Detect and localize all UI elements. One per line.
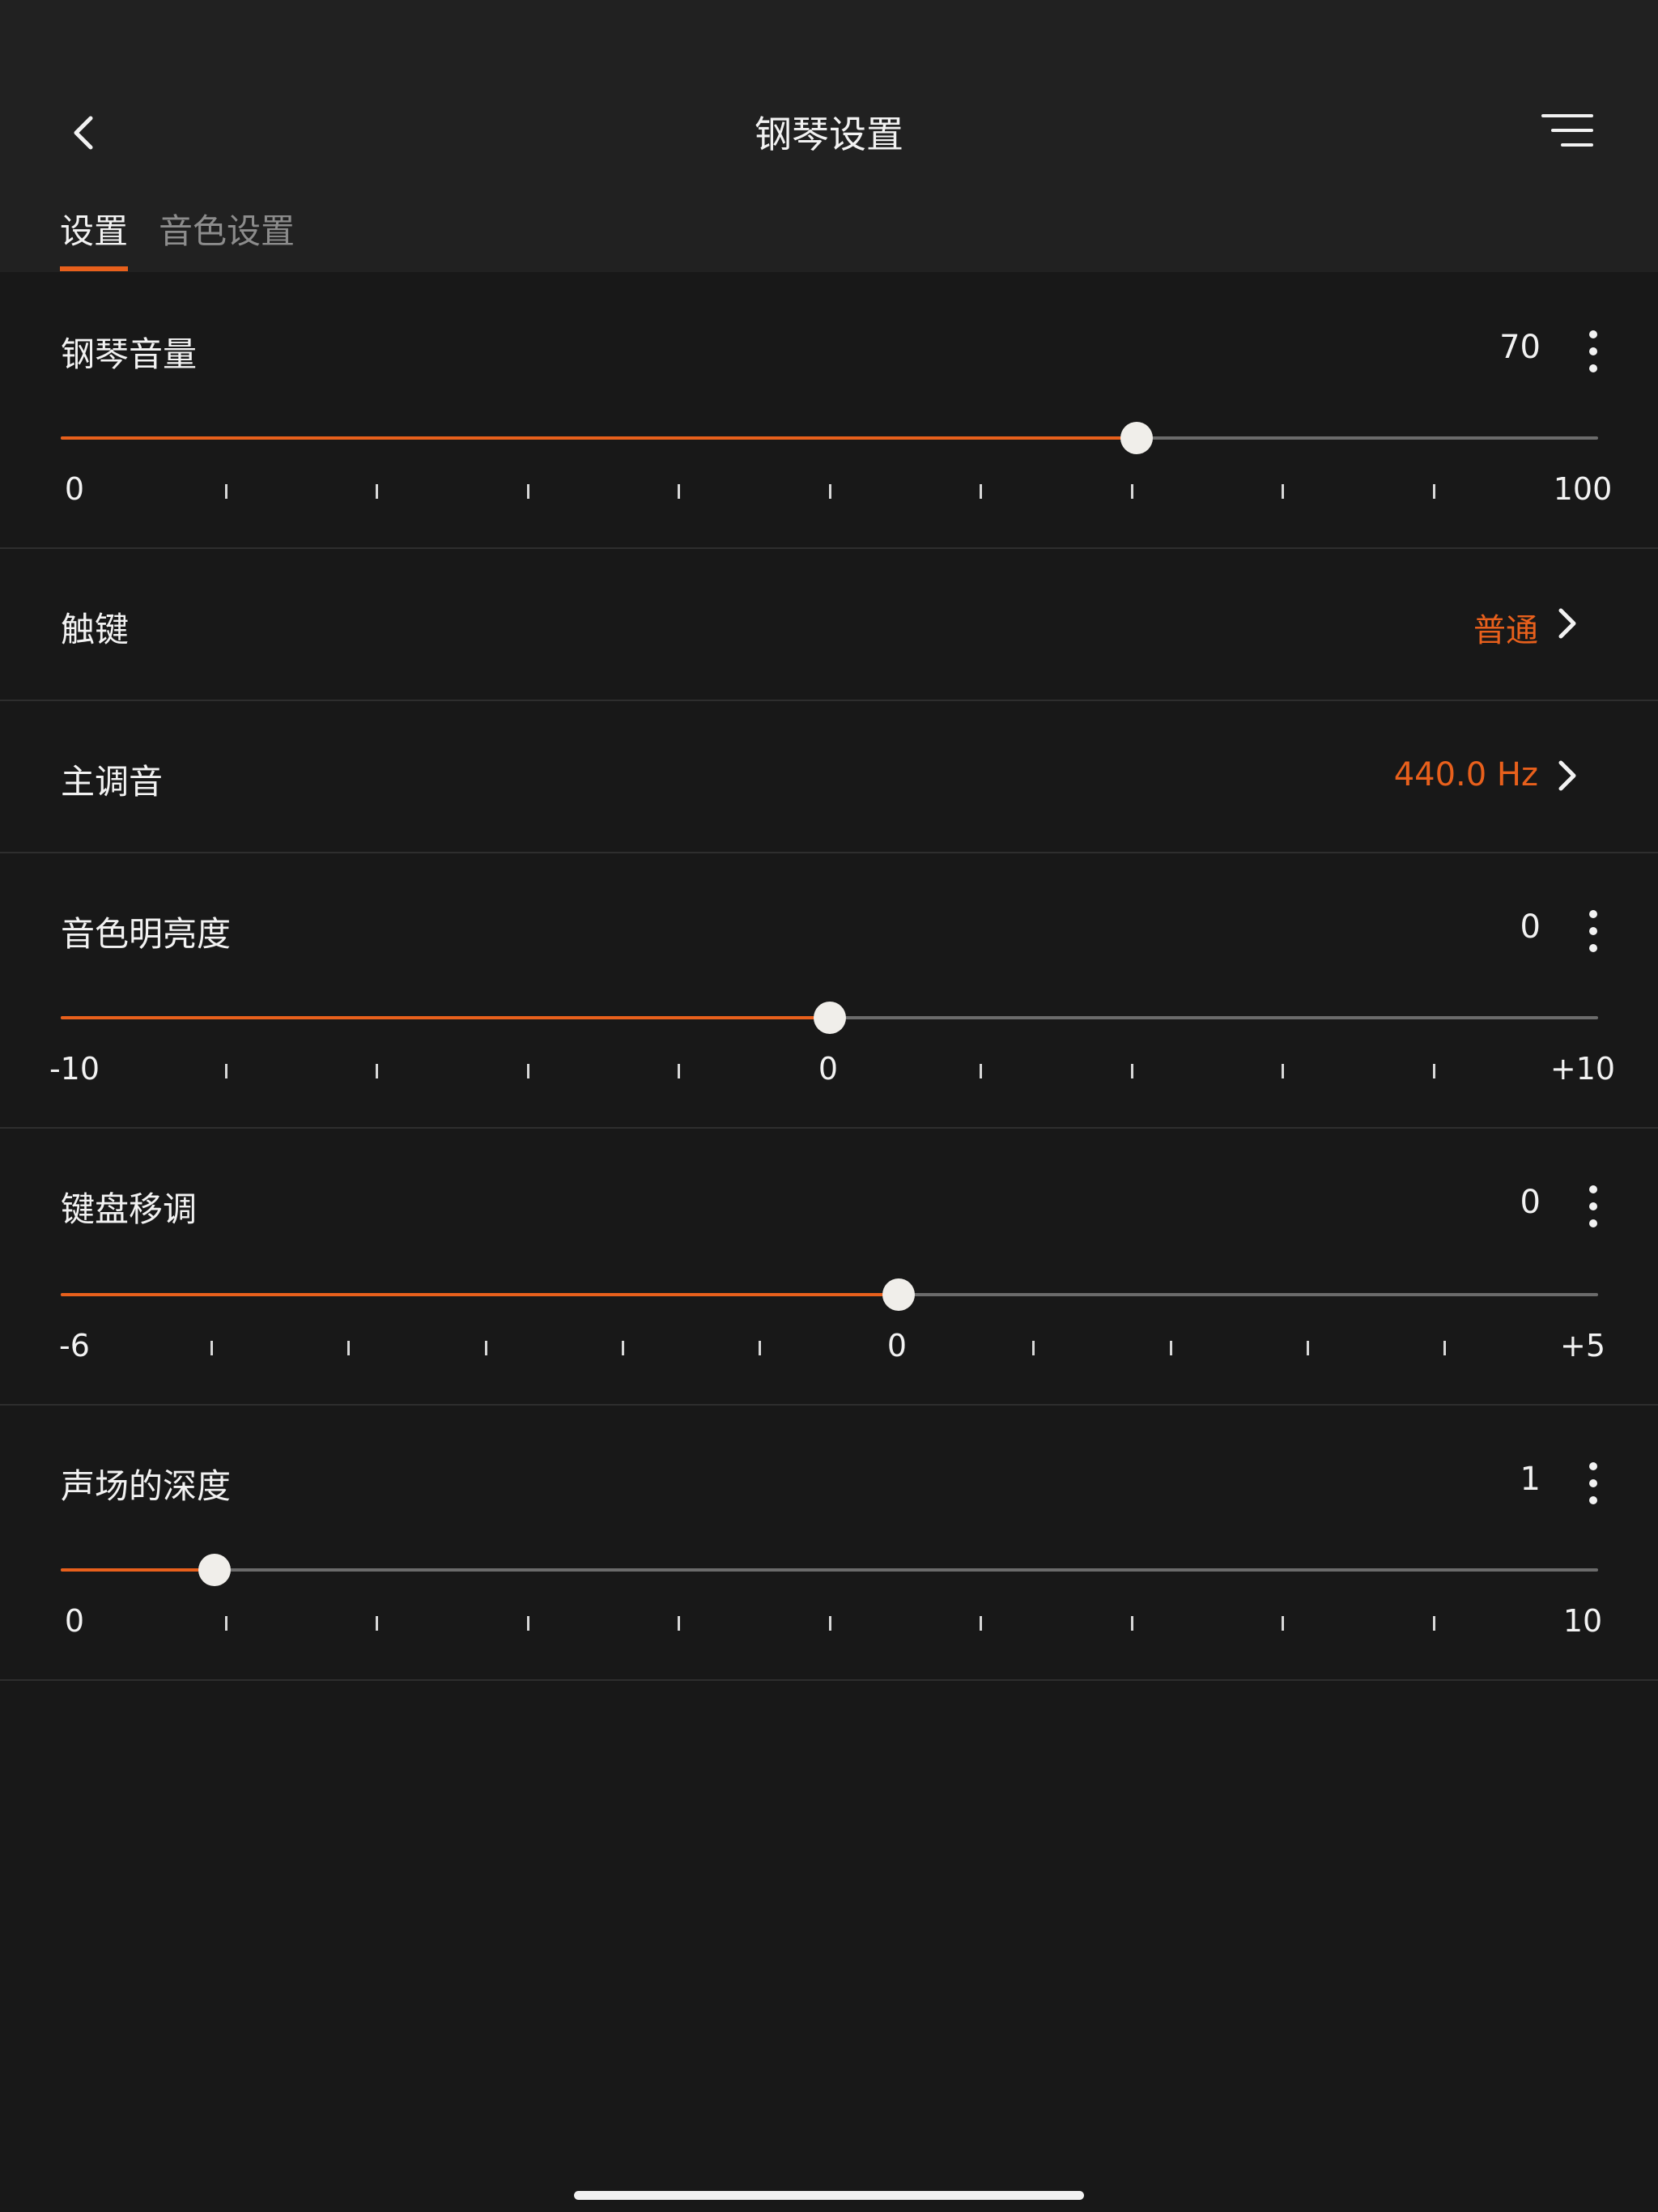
tab-tone-settings[interactable]: 音色设置 [159,204,295,253]
slider-tick-mark [1432,1064,1435,1078]
slider-tick-mark [347,1341,351,1355]
slider-tick-mark [828,1616,831,1631]
setting-row-brightness: 音色明亮度 0 -10 0 +10 [0,852,1658,1129]
slider-tick-mark [828,484,831,499]
home-indicator[interactable] [574,2191,1084,2200]
slider-tick-mark [224,1064,227,1078]
slider-tick-mark [1282,484,1284,499]
slider-tick-mark [1282,1064,1284,1078]
brightness-slider[interactable] [61,1002,1598,1034]
page-title: 钢琴设置 [755,113,903,156]
chevron-right-icon [1558,760,1576,791]
slider-tick-mark [1130,484,1133,499]
slider-max-label: 10 [1562,1603,1603,1639]
slider-thumb[interactable] [198,1554,231,1586]
slider-tick-mark [678,484,680,499]
slider-tick-mark [1432,484,1435,499]
setting-value: 0 [1520,1184,1541,1221]
slider-tick-mark [759,1341,761,1355]
setting-label: 键盘移调 [61,1189,198,1229]
slider-min-label: 0 [64,1603,85,1639]
slider-fill [61,1568,215,1572]
slider-tick-mark [224,1616,227,1631]
slider-tick-mark [1306,1341,1309,1355]
setting-row-master-tuning[interactable]: 主调音 440.0 Hz [0,700,1658,853]
slider-tick-mark [526,1616,529,1631]
setting-label: 音色明亮度 [61,914,232,954]
slider-tick-mark [376,1616,378,1631]
slider-mid-label: 0 [886,1328,908,1363]
setting-value: 普通 [1473,612,1538,649]
slider-tick-mark [376,484,378,499]
setting-value: 1 [1520,1461,1541,1498]
slider-max-label: +10 [1550,1051,1616,1087]
slider-mid-label: 0 [818,1051,839,1087]
slider-tick-mark [980,1616,982,1631]
slider-tick-mark [621,1341,624,1355]
slider-min-label: -6 [59,1328,90,1363]
setting-row-transpose: 键盘移调 0 -6 0 +5 [0,1127,1658,1406]
tab-settings[interactable]: 设置 [60,204,128,253]
setting-row-touch[interactable]: 触键 普通 [0,547,1658,701]
slider-tick-mark [210,1341,214,1355]
slider-min-label: -10 [49,1051,100,1087]
more-options-button[interactable] [1579,1462,1608,1508]
setting-value: 0 [1520,908,1541,946]
slider-tick-mark [526,1064,529,1078]
slider-tick-mark [484,1341,487,1355]
slider-tick-mark [376,1064,378,1078]
slider-max-label: +5 [1559,1328,1606,1363]
slider-tick-mark [526,484,529,499]
setting-row-sound-depth: 声场的深度 1 0 10 [0,1404,1658,1681]
slider-tick-mark [1443,1341,1446,1355]
header: 钢琴设置 设置 音色设置 [0,0,1658,272]
slider-tick-mark [1032,1341,1035,1355]
slider-tick-mark [980,484,982,499]
slider-fill [61,436,1137,440]
slider-tick-mark [678,1064,680,1078]
slider-fill [61,1016,830,1019]
slider-min-label: 0 [64,471,85,507]
slider-max-label: 100 [1553,471,1613,507]
slider-fill [61,1293,899,1296]
sound-depth-slider[interactable] [61,1554,1598,1586]
more-options-button[interactable] [1579,1185,1608,1231]
slider-tick-mark [1169,1341,1172,1355]
transpose-slider[interactable] [61,1278,1598,1311]
slider-tick-mark [678,1616,680,1631]
more-options-button[interactable] [1579,330,1608,376]
slider-thumb[interactable] [813,1002,846,1034]
slider-thumb[interactable] [1120,422,1154,454]
slider-thumb[interactable] [882,1278,915,1311]
setting-label: 触键 [61,610,130,649]
slider-tick-mark [1130,1064,1133,1078]
slider-tick-mark [224,484,227,499]
setting-value: 440.0 Hz [1393,756,1538,793]
more-options-button[interactable] [1579,910,1608,955]
hamburger-menu-icon [1541,114,1593,147]
setting-value: 70 [1499,329,1541,366]
chevron-right-icon [1558,608,1576,639]
setting-label: 声场的深度 [61,1466,232,1506]
active-tab-indicator [60,266,128,271]
slider-tick-mark [980,1064,982,1078]
slider-tick-mark [1130,1616,1133,1631]
setting-label: 主调音 [61,762,164,802]
slider-tick-mark [1432,1616,1435,1631]
slider-tick-mark [1282,1616,1284,1631]
piano-volume-slider[interactable] [61,422,1598,454]
setting-row-piano-volume: 钢琴音量 70 0 100 [0,272,1658,549]
menu-button[interactable] [1541,112,1593,151]
setting-label: 钢琴音量 [61,334,198,374]
